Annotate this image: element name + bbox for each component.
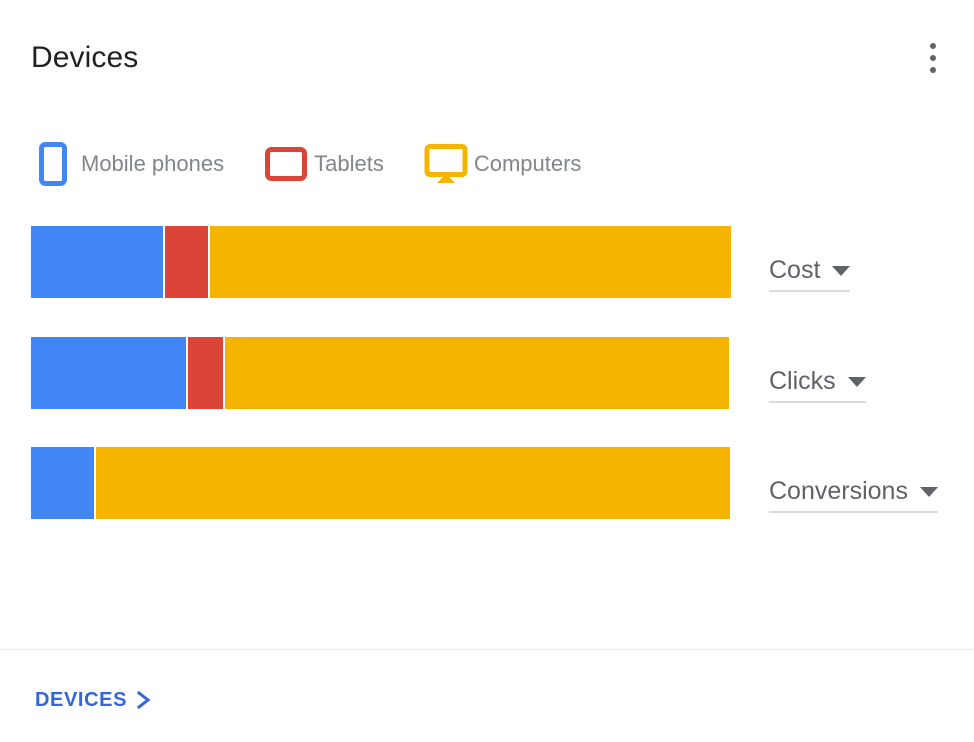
legend-label-computers: Computers [473, 151, 582, 176]
mobile-phone-icon [31, 140, 75, 188]
chevron-right-icon [137, 690, 151, 710]
legend-label-tablets: Tablets [314, 151, 384, 176]
page-title: Devices [31, 41, 139, 74]
bar-segment-mobile-phones[interactable] [31, 447, 94, 519]
metric-dropdown-conversions[interactable]: Conversions [769, 477, 938, 513]
chevron-down-icon [919, 487, 938, 497]
chart-row-cost: Cost [31, 226, 961, 298]
computer-monitor-icon [424, 140, 468, 188]
bar-segment-tablets[interactable] [187, 337, 223, 409]
metric-dropdown-label: Cost [769, 256, 821, 284]
kebab-menu-icon[interactable] [919, 36, 947, 84]
card-header: Devices [0, 0, 974, 110]
bar-segment-mobile-phones[interactable] [31, 226, 164, 298]
legend-item-mobile-phones[interactable]: Mobile phones [31, 140, 224, 188]
bar-segment-tablets[interactable] [165, 226, 208, 298]
tablet-icon [264, 140, 308, 188]
kebab-dot [930, 55, 936, 61]
bar-segment-computers[interactable] [96, 447, 731, 519]
bar-track [31, 226, 731, 298]
bar-track [31, 337, 731, 409]
bar-track [31, 447, 731, 519]
chart-row-clicks: Clicks [31, 337, 961, 409]
chart-row-conversions: Conversions [31, 447, 961, 519]
metric-dropdown-cost[interactable]: Cost [769, 256, 851, 292]
metric-dropdown-label: Clicks [769, 367, 836, 395]
kebab-dot [930, 67, 936, 73]
card-footer: DEVICES [0, 649, 974, 742]
bar-segment-computers[interactable] [209, 226, 731, 298]
devices-link-label: DEVICES [35, 689, 128, 711]
chevron-down-icon [847, 377, 866, 387]
legend-item-computers[interactable]: Computers [424, 140, 582, 188]
metric-dropdown-label: Conversions [769, 477, 908, 505]
bar-segment-computers[interactable] [224, 337, 730, 409]
devices-card: Devices Mobile phones Tablets Computers … [0, 0, 974, 742]
stacked-bar-chart: Cost Clicks Conversions [0, 216, 974, 546]
legend-item-tablets[interactable]: Tablets [264, 140, 384, 188]
bar-segment-mobile-phones[interactable] [31, 337, 186, 409]
chart-legend: Mobile phones Tablets Computers [31, 140, 581, 188]
legend-label-mobile-phones: Mobile phones [81, 151, 225, 176]
chevron-down-icon [832, 266, 851, 276]
kebab-dot [930, 43, 936, 49]
metric-dropdown-clicks[interactable]: Clicks [769, 367, 866, 403]
devices-link[interactable]: DEVICES [35, 688, 151, 712]
